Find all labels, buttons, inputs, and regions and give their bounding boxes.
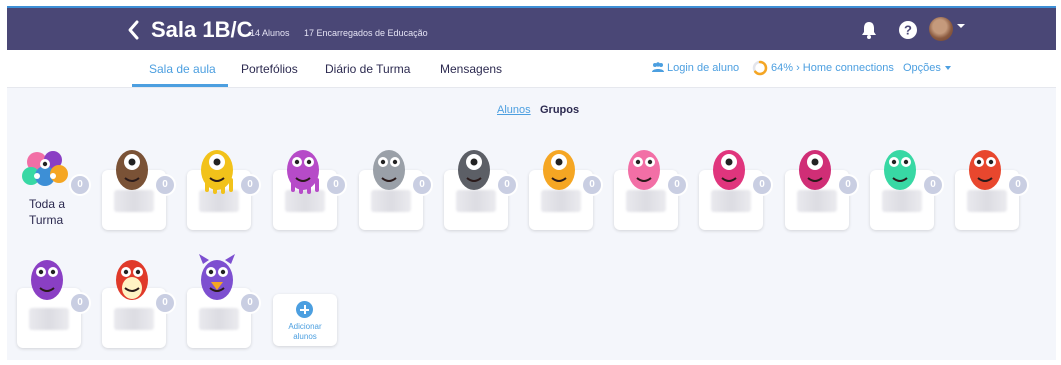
student-login-link[interactable]: Login de aluno bbox=[651, 62, 739, 74]
class-title: Sala 1B/C bbox=[151, 17, 253, 42]
home-connections-link[interactable]: 64% › Home connections bbox=[771, 62, 894, 74]
red-penguin-monster-icon bbox=[110, 254, 154, 306]
magenta-cone-monster-icon bbox=[793, 144, 837, 196]
options-label: Opções bbox=[903, 62, 941, 74]
brown-furry-monster-icon bbox=[110, 144, 154, 196]
student-points-badge[interactable]: 0 bbox=[498, 176, 516, 194]
orange-flame-monster-icon bbox=[537, 144, 581, 196]
student-points-badge[interactable]: 0 bbox=[241, 294, 259, 312]
purple-owl-monster-icon bbox=[25, 254, 69, 306]
grey-robot-monster-icon bbox=[367, 144, 411, 196]
top-header-bar: Sala 1B/C 14 Alunos 17 Encarregados de E… bbox=[7, 6, 1056, 50]
tab-messages[interactable]: Mensagens bbox=[440, 62, 502, 76]
user-avatar[interactable] bbox=[929, 17, 953, 41]
back-chevron-icon[interactable] bbox=[123, 17, 145, 43]
active-tab-indicator bbox=[132, 84, 228, 87]
student-points-badge[interactable]: 0 bbox=[71, 294, 89, 312]
toggle-students[interactable]: Alunos bbox=[497, 104, 531, 116]
options-dropdown[interactable]: Opções bbox=[903, 62, 951, 74]
whole-class-label: Toda a Turma bbox=[29, 197, 66, 227]
plus-circle-icon bbox=[296, 301, 313, 318]
student-points-badge[interactable]: 0 bbox=[156, 176, 174, 194]
student-name-blurred bbox=[29, 308, 69, 330]
student-points-badge[interactable]: 0 bbox=[668, 176, 686, 194]
parents-count[interactable]: 17 Encarregados de Educação bbox=[304, 28, 428, 38]
student-group-icon bbox=[652, 62, 664, 72]
whole-class-monsters-icon bbox=[22, 151, 68, 186]
magenta-eye-monster-icon bbox=[707, 144, 751, 196]
student-points-badge[interactable]: 0 bbox=[327, 176, 345, 194]
purple-jellyfish-monster-icon bbox=[281, 144, 325, 196]
pink-blob-monster-icon bbox=[622, 144, 666, 196]
whole-class-points-badge[interactable]: 0 bbox=[71, 176, 89, 194]
red-square-monster-icon bbox=[963, 144, 1007, 196]
class-nav: Sala de aula Portefólios Diário de Turma… bbox=[7, 50, 1056, 88]
help-icon[interactable]: ? bbox=[897, 19, 919, 41]
progress-ring-icon bbox=[752, 60, 768, 76]
student-points-badge[interactable]: 0 bbox=[839, 176, 857, 194]
student-login-label: Login de aluno bbox=[667, 62, 740, 74]
student-points-badge[interactable]: 0 bbox=[413, 176, 431, 194]
student-name-blurred bbox=[199, 308, 239, 330]
student-points-badge[interactable]: 0 bbox=[583, 176, 601, 194]
student-points-badge[interactable]: 0 bbox=[1009, 176, 1027, 194]
toggle-groups[interactable]: Grupos bbox=[540, 104, 579, 116]
yellow-octopus-monster-icon bbox=[195, 144, 239, 196]
add-students-label: Adicionar alunos bbox=[288, 322, 322, 341]
bell-icon[interactable] bbox=[858, 19, 880, 41]
add-students-button[interactable]: Adicionar alunos bbox=[273, 294, 337, 346]
student-points-badge[interactable]: 0 bbox=[156, 294, 174, 312]
green-ghost-monster-icon bbox=[878, 144, 922, 196]
tab-class-story[interactable]: Diário de Turma bbox=[325, 62, 410, 76]
student-points-badge[interactable]: 0 bbox=[241, 176, 259, 194]
options-caret-icon bbox=[944, 66, 951, 71]
tab-classroom[interactable]: Sala de aula bbox=[149, 62, 216, 76]
tab-portfolios[interactable]: Portefólios bbox=[241, 62, 298, 76]
dark-grey-cyclops-monster-icon bbox=[452, 144, 496, 196]
svg-text:?: ? bbox=[904, 23, 912, 38]
classroom-grid: Alunos Grupos Toda a Turma 0 0 0 0 0 0 0 0 0 0 0 0 0… bbox=[7, 88, 1056, 360]
purple-horned-monster-icon bbox=[195, 254, 239, 306]
student-name-blurred bbox=[114, 308, 154, 330]
avatar-dropdown-icon[interactable] bbox=[957, 24, 965, 28]
student-points-badge[interactable]: 0 bbox=[753, 176, 771, 194]
students-count[interactable]: 14 Alunos bbox=[250, 28, 290, 38]
student-points-badge[interactable]: 0 bbox=[924, 176, 942, 194]
